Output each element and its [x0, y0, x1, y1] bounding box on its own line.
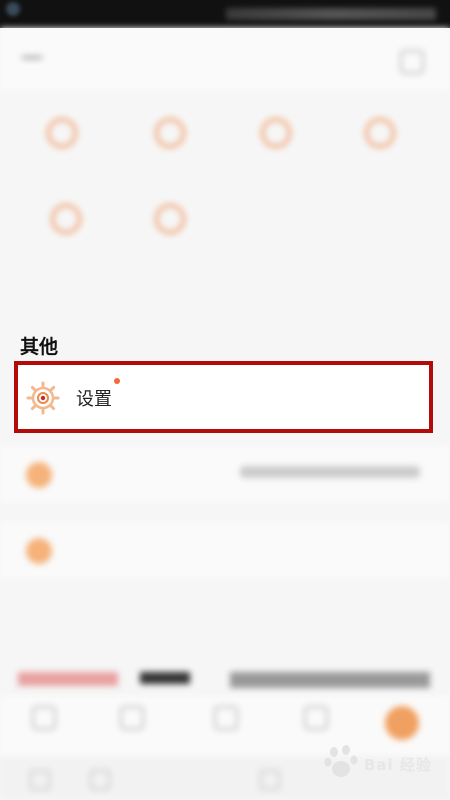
tab-item[interactable] [196, 706, 256, 730]
settings-label: 设置 [76, 389, 112, 410]
tab-item[interactable] [14, 706, 74, 730]
settings-item[interactable]: 设置 [14, 361, 433, 433]
grid-item[interactable] [118, 118, 222, 148]
grid-item[interactable] [328, 118, 432, 148]
grid-item-icon [51, 204, 81, 234]
list-item[interactable] [0, 522, 450, 578]
tab-icon [32, 706, 56, 730]
grid-item-icon [47, 118, 77, 148]
nav-menu-icon[interactable] [30, 770, 50, 790]
header [0, 28, 450, 90]
grid-item[interactable] [10, 118, 114, 148]
watermark-text: Bai 经验 [364, 756, 432, 774]
grid-item-icon [365, 118, 395, 148]
tab-icon [214, 706, 238, 730]
grid-item-icon [155, 118, 185, 148]
app-notification-icon [6, 2, 20, 16]
list-item-icon [26, 462, 52, 488]
tab-icon [385, 706, 419, 740]
grid-item[interactable] [118, 204, 222, 234]
back-arrow-icon[interactable] [22, 56, 42, 59]
tab-item[interactable] [286, 706, 346, 730]
tab-icon [304, 706, 328, 730]
tab-icon [120, 706, 144, 730]
list-item[interactable] [0, 446, 450, 502]
promo-strip[interactable] [0, 666, 450, 694]
header-action-icon[interactable] [400, 50, 424, 74]
tab-item[interactable] [102, 706, 162, 730]
nav-home-icon[interactable] [90, 770, 110, 790]
grid-item-icon [155, 204, 185, 234]
notification-dot [114, 378, 120, 384]
grid-item[interactable] [14, 204, 118, 234]
gear-icon [26, 381, 60, 415]
grid-item[interactable] [224, 118, 328, 148]
list-item-icon [26, 538, 52, 564]
nav-back-icon[interactable] [260, 770, 280, 790]
list-item-detail [240, 466, 420, 478]
paw-icon [324, 745, 358, 777]
status-icons [226, 8, 436, 20]
watermark: Bai 经验 [322, 742, 432, 782]
status-bar [0, 0, 450, 28]
section-title: 其他 [20, 336, 59, 358]
tab-item-active[interactable] [372, 706, 432, 740]
grid-item-icon [261, 118, 291, 148]
